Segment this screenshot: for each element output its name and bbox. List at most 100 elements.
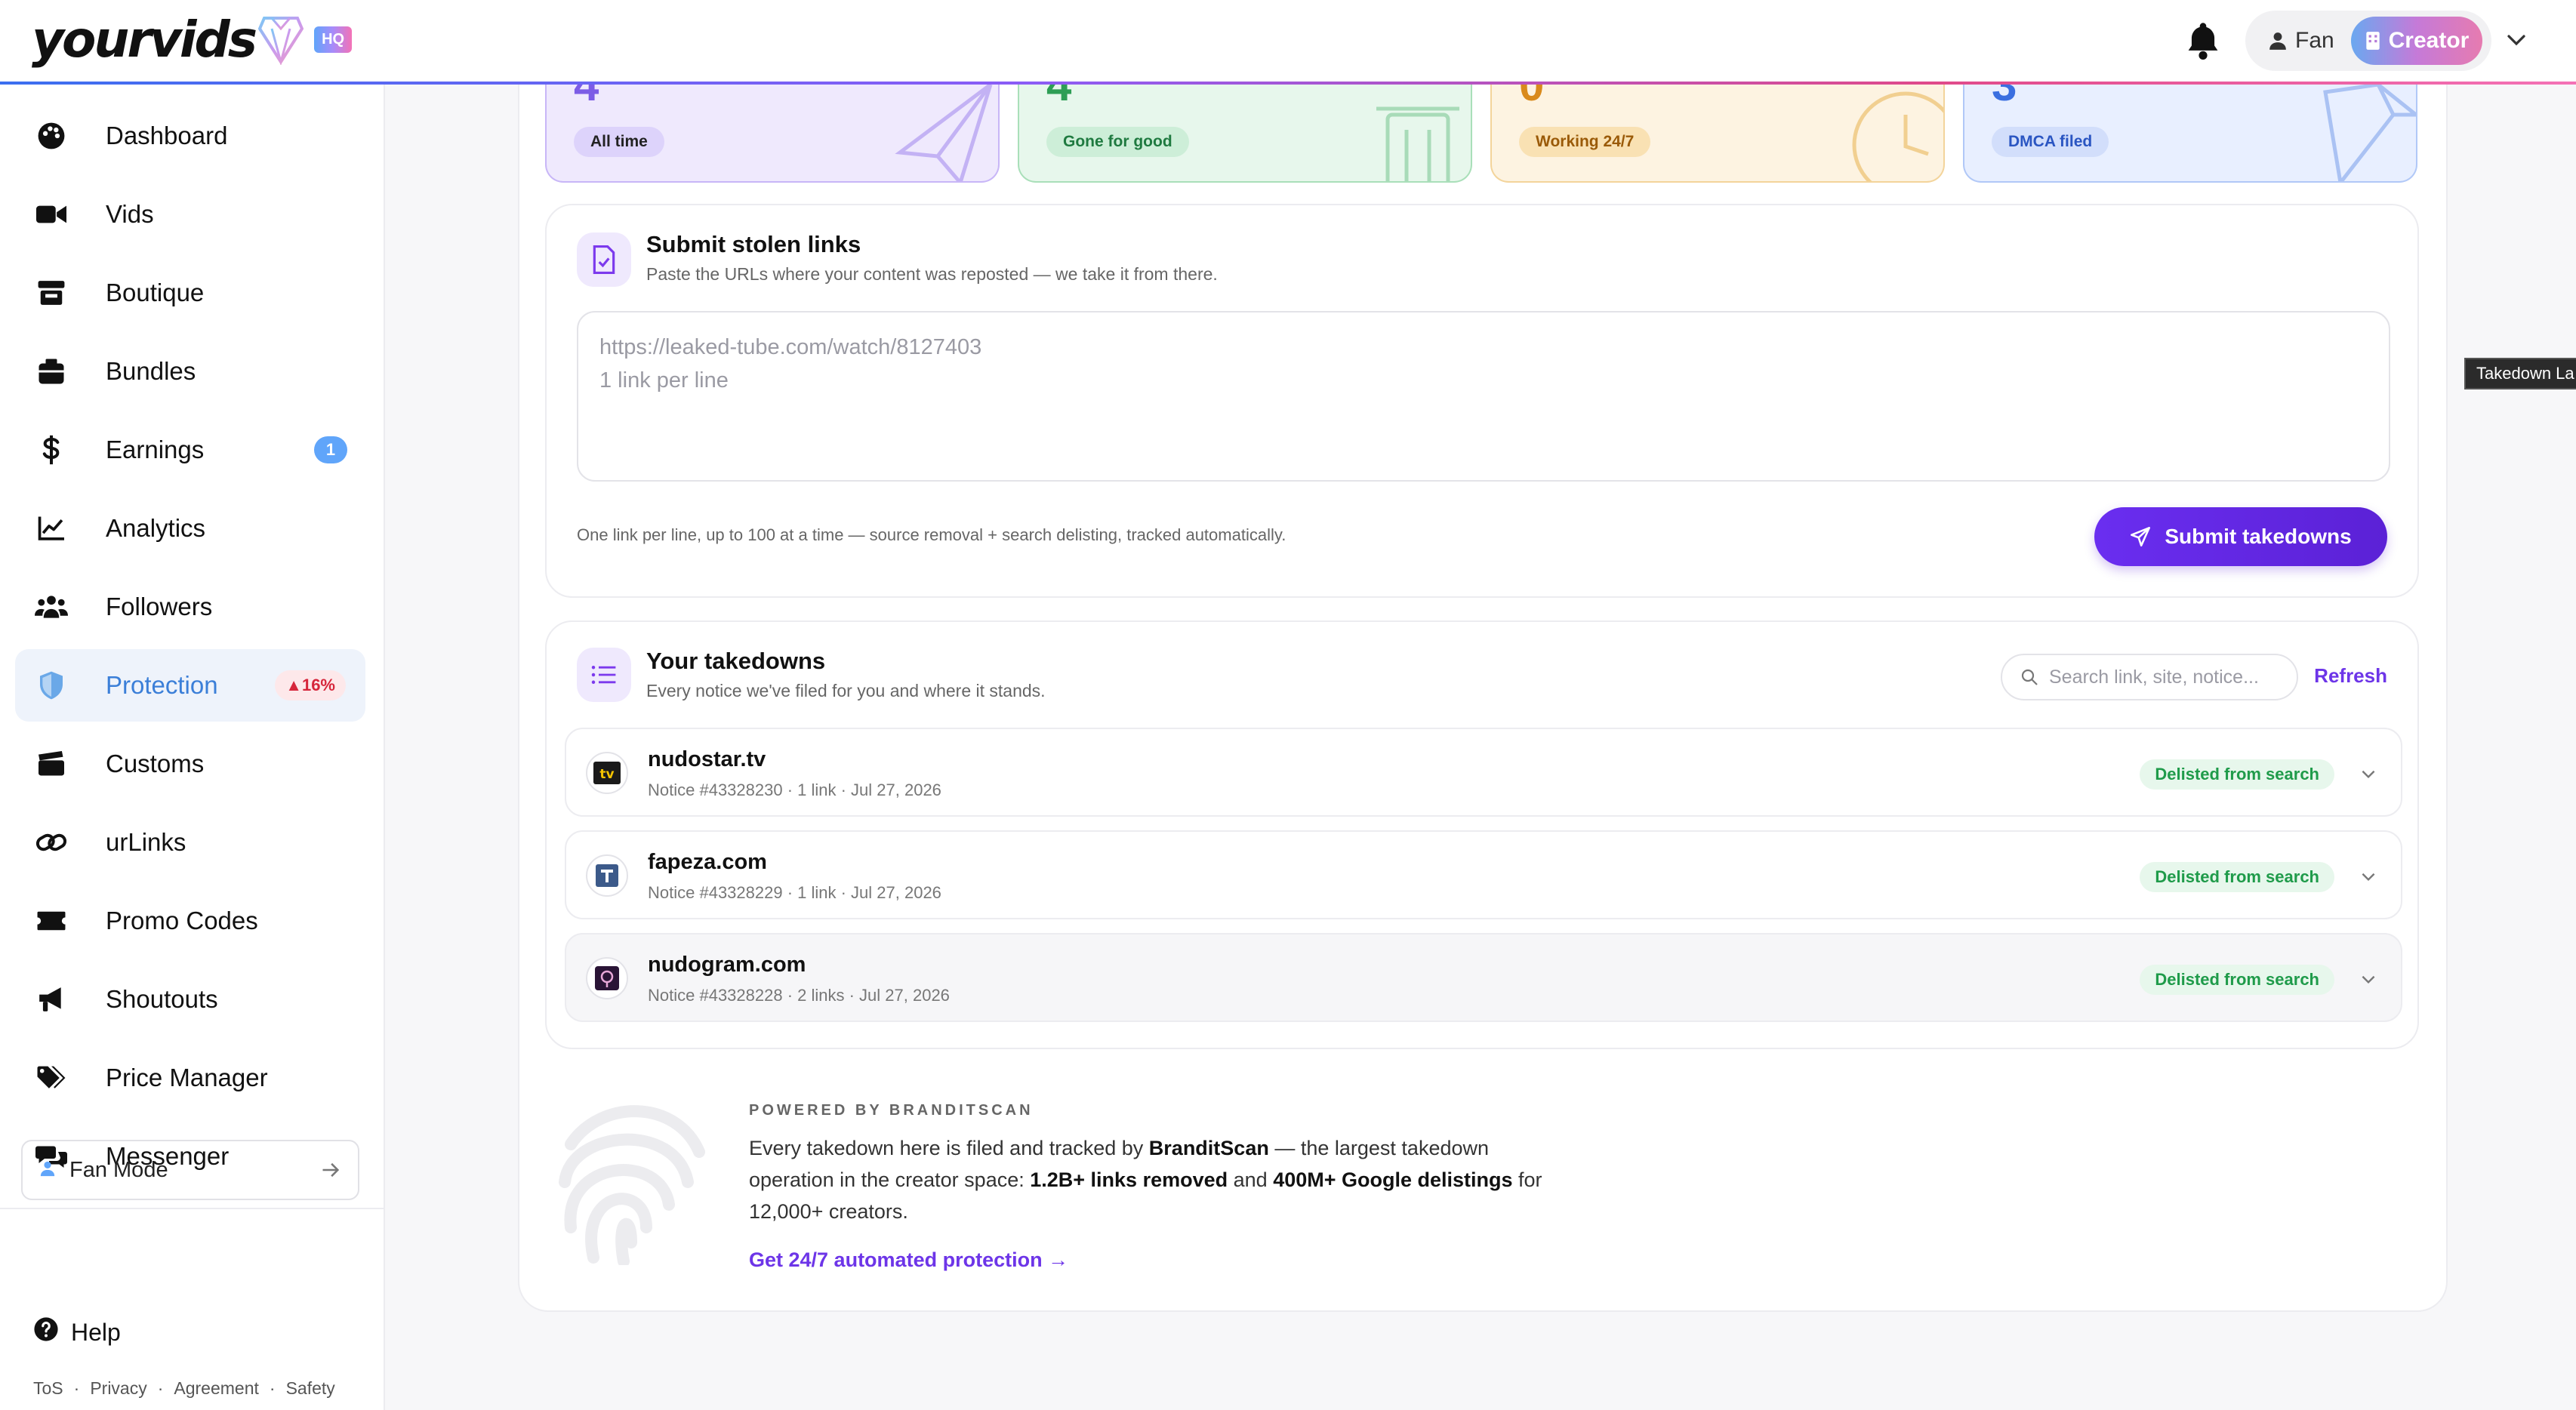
diamond-icon xyxy=(257,11,304,69)
sidebar-item-analytics[interactable]: Analytics xyxy=(15,492,365,565)
clock-icon xyxy=(1852,91,1943,181)
user-icon xyxy=(2269,32,2286,50)
sidebar-item-price-manager[interactable]: Price Manager xyxy=(15,1042,365,1114)
store-icon xyxy=(35,276,68,309)
table-row[interactable]: fapeza.com Notice #43328229 · 1 link · J… xyxy=(565,830,2402,919)
sidebar-item-label: Price Manager xyxy=(106,1064,268,1091)
trend-badge: ▲16% xyxy=(275,670,346,700)
document-check-icon xyxy=(577,232,631,287)
logo[interactable]: yourvids HQ xyxy=(32,11,353,69)
role-creator-label: Creator xyxy=(2388,28,2470,53)
sidebar-item-label: urLinks xyxy=(106,828,186,856)
sidebar-item-earnings[interactable]: Earnings 1 xyxy=(15,414,365,486)
search-input[interactable] xyxy=(2049,666,2276,688)
sidebar-divider xyxy=(0,1208,384,1209)
table-row[interactable]: nudogram.com Notice #43328228 · 2 links … xyxy=(565,933,2402,1022)
footer-link-safety[interactable]: Safety xyxy=(286,1378,335,1399)
footer-link-privacy[interactable]: Privacy xyxy=(90,1378,146,1399)
clapperboard-icon xyxy=(35,747,68,780)
sidebar-item-label: Customs xyxy=(106,750,205,777)
sidebar-item-protection[interactable]: Protection ▲16% xyxy=(15,649,365,722)
help-link[interactable]: Help xyxy=(33,1316,121,1348)
stat-label: Working 24/7 xyxy=(1519,127,1651,157)
stat-value: 4 xyxy=(1046,85,1072,110)
sidebar-item-bundles[interactable]: Bundles xyxy=(15,335,365,408)
powered-description: Every takedown here is filed and tracked… xyxy=(749,1137,1542,1223)
line-chart-icon xyxy=(35,512,68,545)
section-title: Your takedowns xyxy=(646,648,826,674)
shield-icon xyxy=(35,669,68,702)
ticket-icon xyxy=(35,904,68,937)
sidebar-item-label: Promo Codes xyxy=(106,907,258,934)
help-icon xyxy=(33,1316,59,1348)
sidebar-item-label: Shoutouts xyxy=(106,985,218,1013)
stat-card-working: 0 Working 24/7 xyxy=(1490,85,1945,183)
sidebar-item-boutique[interactable]: Boutique xyxy=(15,257,365,329)
row-meta: Notice #43328229 · 1 link · Jul 27, 2026 xyxy=(648,883,941,902)
sidebar-item-promo-codes[interactable]: Promo Codes xyxy=(15,885,365,957)
stat-links-removed: 1.2B+ links removed xyxy=(1030,1168,1228,1191)
row-meta: Notice #43328230 · 1 link · Jul 27, 2026 xyxy=(648,780,941,799)
links-textarea[interactable] xyxy=(577,311,2390,482)
stat-label: DMCA filed xyxy=(1992,127,2109,157)
section-subtitle: Every notice we've filed for you and whe… xyxy=(646,681,1046,700)
hq-badge: HQ xyxy=(314,26,353,53)
sidebar-item-urlinks[interactable]: urLinks xyxy=(15,806,365,879)
sidebar-item-customs[interactable]: Customs xyxy=(15,728,365,800)
users-icon xyxy=(35,590,68,623)
stat-card-dmca: 3 DMCA filed xyxy=(1963,85,2417,183)
sidebar-item-vids[interactable]: Vids xyxy=(15,178,365,251)
video-camera-icon xyxy=(35,198,68,231)
sidebar-item-followers[interactable]: Followers xyxy=(15,571,365,643)
brand-name: BranditScan xyxy=(1148,1137,1269,1159)
stat-card-gone-for-good: 4 Gone for good xyxy=(1018,85,1472,183)
list-icon xyxy=(577,648,631,702)
powered-eyebrow: POWERED BY BRANDITSCAN xyxy=(749,1102,1034,1119)
takedowns-section: Your takedowns Every notice we've filed … xyxy=(545,620,2419,1049)
stat-label: All time xyxy=(574,127,664,157)
chevron-down-icon[interactable] xyxy=(2359,867,2378,890)
role-fan-button[interactable]: Fan xyxy=(2268,28,2334,54)
sidebar-item-dashboard[interactable]: Dashboard xyxy=(15,100,365,172)
sidebar-item-label: Bundles xyxy=(106,357,196,385)
help-label: Help xyxy=(71,1318,121,1346)
row-meta: Notice #43328228 · 2 links · Jul 27, 202… xyxy=(648,986,950,1005)
bell-icon[interactable] xyxy=(2183,20,2223,66)
palette-icon xyxy=(35,119,68,152)
status-badge: Delisted from search xyxy=(2140,759,2334,790)
submit-takedowns-button[interactable]: Submit takedowns xyxy=(2094,507,2387,566)
stat-value: 0 xyxy=(1519,85,1545,110)
footer-link-agreement[interactable]: Agreement xyxy=(174,1378,259,1399)
refresh-button[interactable]: Refresh xyxy=(2314,664,2387,688)
chevron-down-icon[interactable] xyxy=(2359,764,2378,787)
takedowns-search[interactable] xyxy=(2001,654,2298,700)
fan-mode-button[interactable]: Fan Mode xyxy=(21,1140,359,1200)
arrow-right-icon xyxy=(320,1159,341,1184)
stat-value: 3 xyxy=(1992,85,2017,110)
trash-icon xyxy=(1376,106,1459,181)
sidebar-item-label: Followers xyxy=(106,593,213,620)
row-site: fapeza.com xyxy=(648,850,767,874)
chevron-down-icon[interactable] xyxy=(2359,969,2378,993)
footer-link-tos[interactable]: ToS xyxy=(33,1378,63,1399)
role-fan-label: Fan xyxy=(2295,28,2334,53)
get-protection-link[interactable]: Get 24/7 automated protection → xyxy=(749,1248,1068,1272)
document-icon xyxy=(2323,85,2416,181)
megaphone-icon xyxy=(35,983,68,1016)
sidebar-item-label: Earnings xyxy=(106,436,205,463)
tooltip: Takedown La xyxy=(2464,358,2576,389)
top-header: yourvids HQ Fan Creator xyxy=(0,0,2576,83)
sidebar-item-label: Vids xyxy=(106,200,154,228)
chevron-down-icon[interactable] xyxy=(2505,29,2528,55)
sidebar-item-label: Dashboard xyxy=(106,122,228,149)
table-row[interactable]: tv nudostar.tv Notice #43328230 · 1 link… xyxy=(565,728,2402,817)
sidebar-item-shoutouts[interactable]: Shoutouts xyxy=(15,963,365,1036)
link-icon xyxy=(35,826,68,859)
fan-mode-label: Fan Mode xyxy=(69,1157,168,1182)
submit-takedowns-label: Submit takedowns xyxy=(2165,525,2352,548)
search-icon xyxy=(2021,669,2038,685)
fingerprint-icon xyxy=(556,1099,707,1269)
dollar-icon xyxy=(35,433,68,466)
logo-text: yourvids xyxy=(32,11,257,69)
role-creator-button[interactable]: Creator xyxy=(2351,17,2482,65)
